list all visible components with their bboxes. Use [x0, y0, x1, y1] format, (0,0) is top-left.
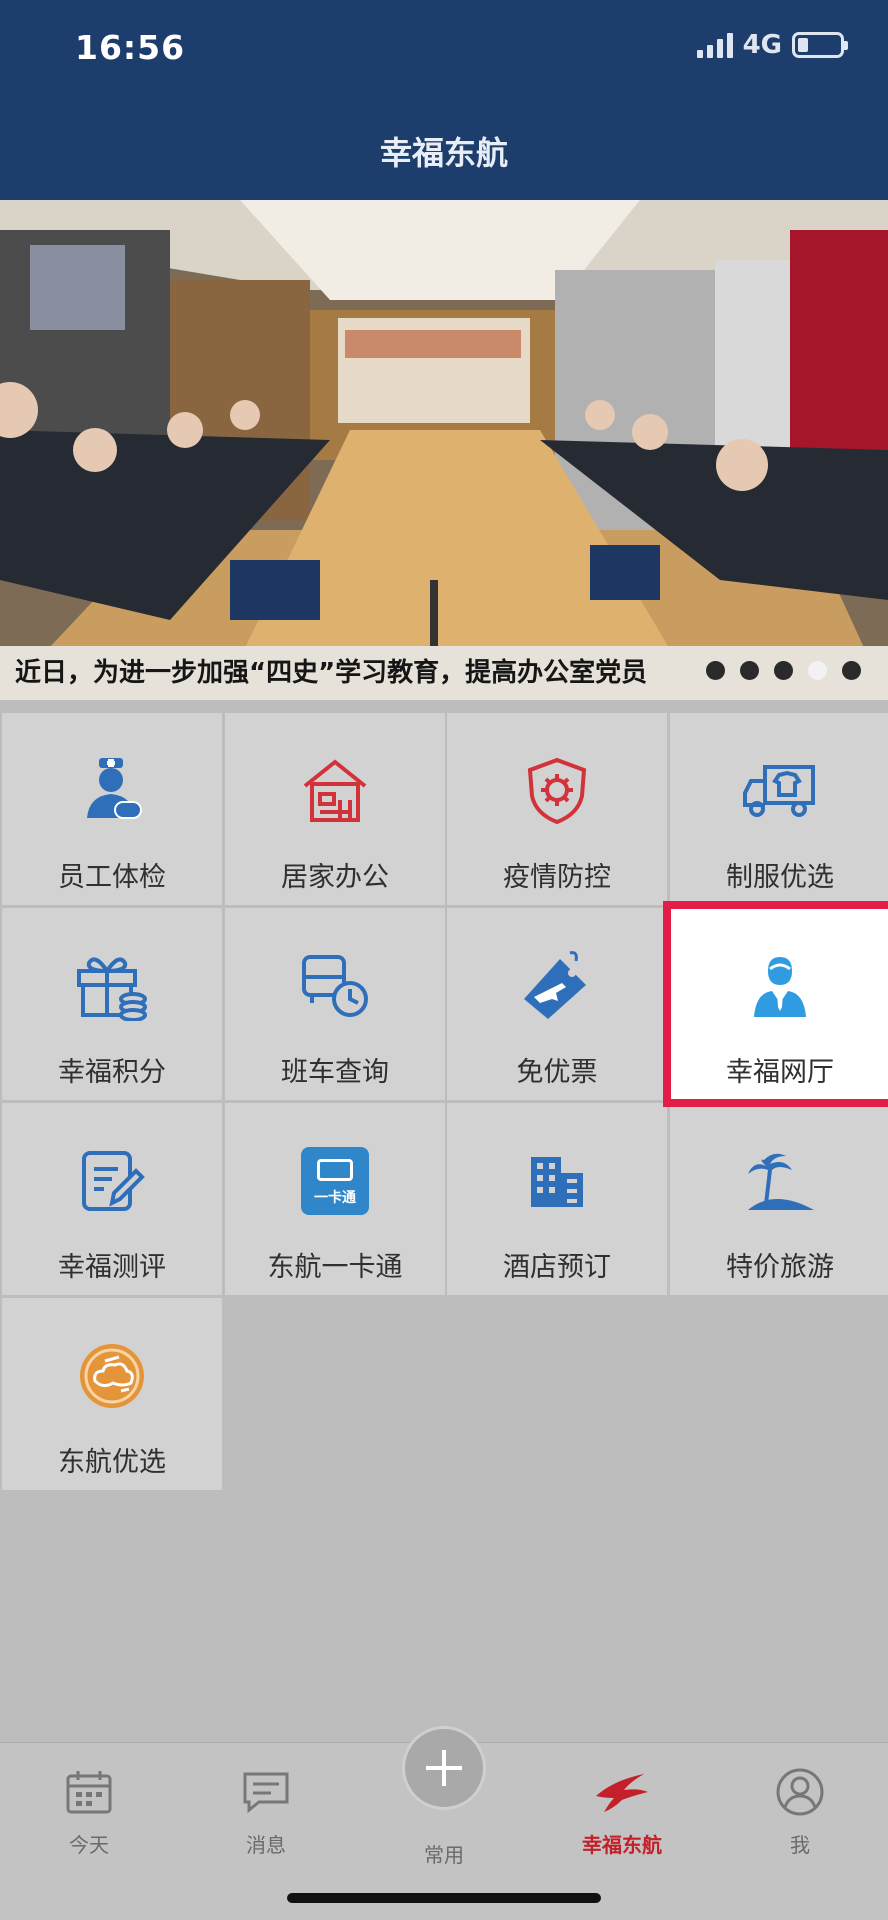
tile-label: 东航一卡通: [267, 1252, 403, 1283]
carousel-dot[interactable]: [706, 661, 725, 680]
tile-label: 疫情防控: [503, 862, 611, 893]
plus-icon: [426, 1750, 462, 1786]
card-icon: 一卡通: [293, 1139, 377, 1223]
swallow-logo-icon: [594, 1765, 650, 1819]
tile-label: 制服优选: [726, 862, 834, 893]
tab-label: 常用: [424, 1843, 464, 1867]
tab-label: 我: [790, 1833, 810, 1857]
edit-note-icon: [70, 1139, 154, 1223]
tile-eastern-select[interactable]: 东航优选: [2, 1298, 222, 1490]
carousel-dots[interactable]: [706, 661, 861, 680]
tile-label: 班车查询: [281, 1057, 389, 1088]
tile-hotel-booking[interactable]: 酒店预订: [447, 1103, 667, 1295]
tab-happy-eastern[interactable]: 幸福东航: [533, 1743, 711, 1883]
tile-label: 免优票: [516, 1057, 598, 1088]
tab-me[interactable]: 我: [711, 1743, 888, 1883]
tile-label: 东航优选: [58, 1447, 166, 1478]
card-text: 一卡通: [314, 1190, 356, 1206]
uniform-truck-icon: [738, 749, 822, 833]
tab-messages[interactable]: 消息: [177, 1743, 355, 1883]
person-icon: [738, 944, 822, 1028]
carousel-dot-active[interactable]: [808, 661, 827, 680]
tile-label: 居家办公: [281, 862, 389, 893]
tile-employee-checkup[interactable]: 员工体检: [2, 713, 222, 905]
tile-home-office[interactable]: 居家办公: [225, 713, 445, 905]
battery-icon: [792, 32, 848, 58]
signal-icon: [696, 32, 733, 58]
tile-label: 酒店预订: [503, 1252, 611, 1283]
tile-label: 幸福测评: [58, 1252, 166, 1283]
tile-shuttle-bus[interactable]: 班车查询: [225, 908, 445, 1100]
message-icon: [241, 1765, 291, 1819]
virus-shield-icon: [515, 749, 599, 833]
home-indicator[interactable]: [287, 1893, 601, 1903]
tile-label: 特价旅游: [726, 1252, 834, 1283]
tile-discount-travel[interactable]: 特价旅游: [670, 1103, 888, 1295]
add-common-button[interactable]: [402, 1726, 486, 1810]
status-indicators: 4G: [696, 30, 848, 60]
tile-eastern-card[interactable]: 一卡通 东航一卡通: [225, 1103, 445, 1295]
calendar-icon: [64, 1765, 114, 1819]
tab-label: 今天: [69, 1833, 109, 1857]
page-title: 幸福东航: [379, 134, 508, 172]
gift-coins-icon: [70, 944, 154, 1028]
carousel-dot[interactable]: [740, 661, 759, 680]
tile-happiness-points[interactable]: 幸福积分: [2, 908, 222, 1100]
user-icon: [775, 1765, 825, 1819]
home-office-icon: [293, 749, 377, 833]
network-type: 4G: [742, 30, 782, 60]
palm-island-icon: [738, 1139, 822, 1223]
tile-label: 幸福网厅: [726, 1057, 834, 1088]
app-header: 16:56 4G 幸福东航: [0, 0, 888, 200]
bus-clock-icon: [293, 944, 377, 1028]
banner-caption: 近日，为进一步加强“四史”学习教育，提高办公室党员: [15, 658, 648, 688]
status-time: 16:56: [75, 28, 186, 67]
doctor-icon: [70, 749, 154, 833]
tile-epidemic-control[interactable]: 疫情防控: [447, 713, 667, 905]
tile-label: 幸福积分: [58, 1057, 166, 1088]
tile-label: 员工体检: [58, 862, 166, 893]
tab-today[interactable]: 今天: [0, 1743, 178, 1883]
cloud-seal-icon: [70, 1334, 154, 1418]
tile-happiness-hall[interactable]: 幸福网厅: [663, 901, 888, 1107]
tab-label: 幸福东航: [582, 1833, 662, 1857]
tile-free-ticket[interactable]: 免优票: [447, 908, 667, 1100]
carousel-dot[interactable]: [842, 661, 861, 680]
tile-happiness-survey[interactable]: 幸福测评: [2, 1103, 222, 1295]
ticket-plane-icon: [515, 944, 599, 1028]
tab-label: 消息: [246, 1833, 286, 1857]
banner-carousel[interactable]: 近日，为进一步加强“四史”学习教育，提高办公室党员: [0, 200, 888, 700]
tile-uniform-select[interactable]: 制服优选: [670, 713, 888, 905]
hotel-building-icon: [515, 1139, 599, 1223]
banner-photo: [0, 200, 888, 700]
carousel-dot[interactable]: [774, 661, 793, 680]
